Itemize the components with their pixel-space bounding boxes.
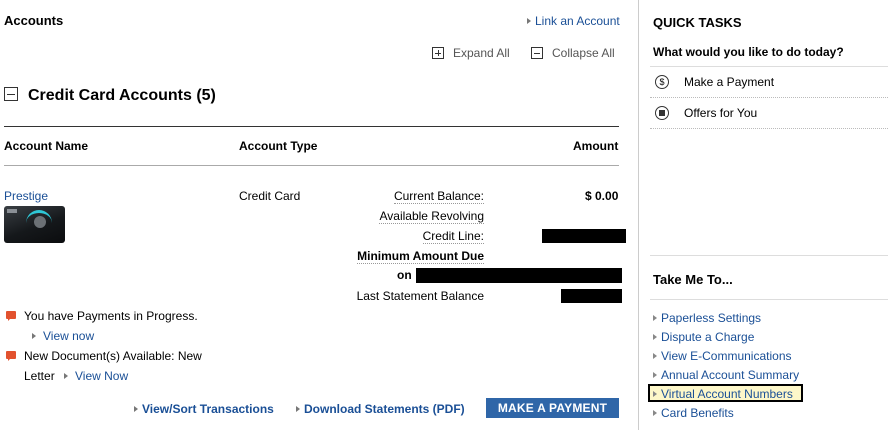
column-divider [638,0,639,430]
offer-icon [655,106,669,120]
divider [650,299,888,300]
triangle-right-icon [32,333,36,339]
divider [650,255,888,256]
take-me-to-e-communications[interactable]: View E-Communications [653,349,792,363]
account-type: Credit Card [239,189,301,203]
triangle-right-icon [653,315,657,321]
column-header-account-type: Account Type [239,139,318,153]
divider [650,66,888,67]
page-title: Accounts [4,13,64,28]
credit-card-section-toggle[interactable]: Credit Card Accounts (5) [4,87,216,105]
credit-line-label: Credit Line: [422,229,484,244]
take-me-to-label: Virtual Account Numbers [661,387,793,401]
new-documents-text: New Document(s) Available: New [24,349,202,363]
quick-tasks-title: QUICK TASKS [653,15,742,30]
triangle-right-icon [653,353,657,359]
take-me-to-annual-summary[interactable]: Annual Account Summary [653,368,799,382]
minus-box-icon [4,87,18,101]
take-me-to-title: Take Me To... [653,272,733,287]
dollar-circle-icon: $ [655,75,669,89]
view-sort-label: View/Sort Transactions [142,402,274,416]
take-me-to-label: Card Benefits [661,406,734,420]
payments-in-progress-text: You have Payments in Progress. [24,309,198,323]
current-balance-value: $ 0.00 [585,189,619,203]
view-now-link[interactable]: View Now [64,369,128,383]
take-me-to-label: View E-Communications [661,349,792,363]
alert-icon [6,311,16,321]
view-now-link[interactable]: View now [32,329,94,343]
view-now-label: View Now [75,369,129,383]
quick-tasks-subtitle: What would you like to do today? [653,45,844,59]
make-a-payment-button[interactable]: MAKE A PAYMENT [486,398,619,418]
minimum-due-on-label: on [397,268,412,282]
available-revolving-label: Available Revolving [379,209,484,224]
redacted-last-statement [561,289,622,303]
column-header-amount: Amount [573,139,619,153]
divider [4,126,619,127]
plus-box-icon [432,47,444,59]
alert-icon [6,351,16,361]
expand-all-label: Expand All [453,46,510,60]
link-account-link[interactable]: Link an Account [527,14,620,28]
current-balance-label: Current Balance: [393,189,484,204]
column-header-account-name: Account Name [4,139,89,153]
letter-text: Letter [24,369,55,383]
view-sort-transactions-link[interactable]: View/Sort Transactions [134,402,274,416]
take-me-to-dispute-charge[interactable]: Dispute a Charge [653,330,754,344]
collapse-all-button[interactable]: Collapse All [531,46,615,60]
redacted-due-date [416,268,622,283]
triangle-right-icon [64,373,68,379]
triangle-right-icon [653,391,657,397]
expand-all-button[interactable]: Expand All [432,46,510,60]
download-statements-link[interactable]: Download Statements (PDF) [296,402,465,416]
triangle-right-icon [653,372,657,378]
card-image[interactable] [4,206,65,243]
take-me-to-label: Paperless Settings [661,311,762,325]
collapse-all-label: Collapse All [552,46,615,60]
account-name-link[interactable]: Prestige [4,189,48,203]
take-me-to-label: Dispute a Charge [661,330,755,344]
minimum-due-label: Minimum Amount Due [357,249,484,264]
redacted-credit-line [542,229,626,243]
view-now-label: View now [43,329,95,343]
triangle-right-icon [653,334,657,340]
quick-task-make-payment[interactable]: Make a Payment [684,75,774,89]
triangle-right-icon [527,18,531,24]
divider [650,97,888,98]
take-me-to-paperless-settings[interactable]: Paperless Settings [653,311,761,325]
divider [4,165,619,166]
triangle-right-icon [296,406,300,412]
take-me-to-card-benefits[interactable]: Card Benefits [653,406,734,420]
take-me-to-virtual-account-numbers[interactable]: Virtual Account Numbers [653,387,793,401]
triangle-right-icon [134,406,138,412]
quick-task-offers[interactable]: Offers for You [684,106,757,120]
link-account-label: Link an Account [535,14,620,28]
last-statement-label: Last Statement Balance [356,289,484,303]
take-me-to-label: Annual Account Summary [661,368,800,382]
minus-box-icon [531,47,543,59]
download-statements-label: Download Statements (PDF) [304,402,465,416]
section-title: Credit Card Accounts (5) [28,87,216,104]
triangle-right-icon [653,410,657,416]
divider [650,128,888,129]
